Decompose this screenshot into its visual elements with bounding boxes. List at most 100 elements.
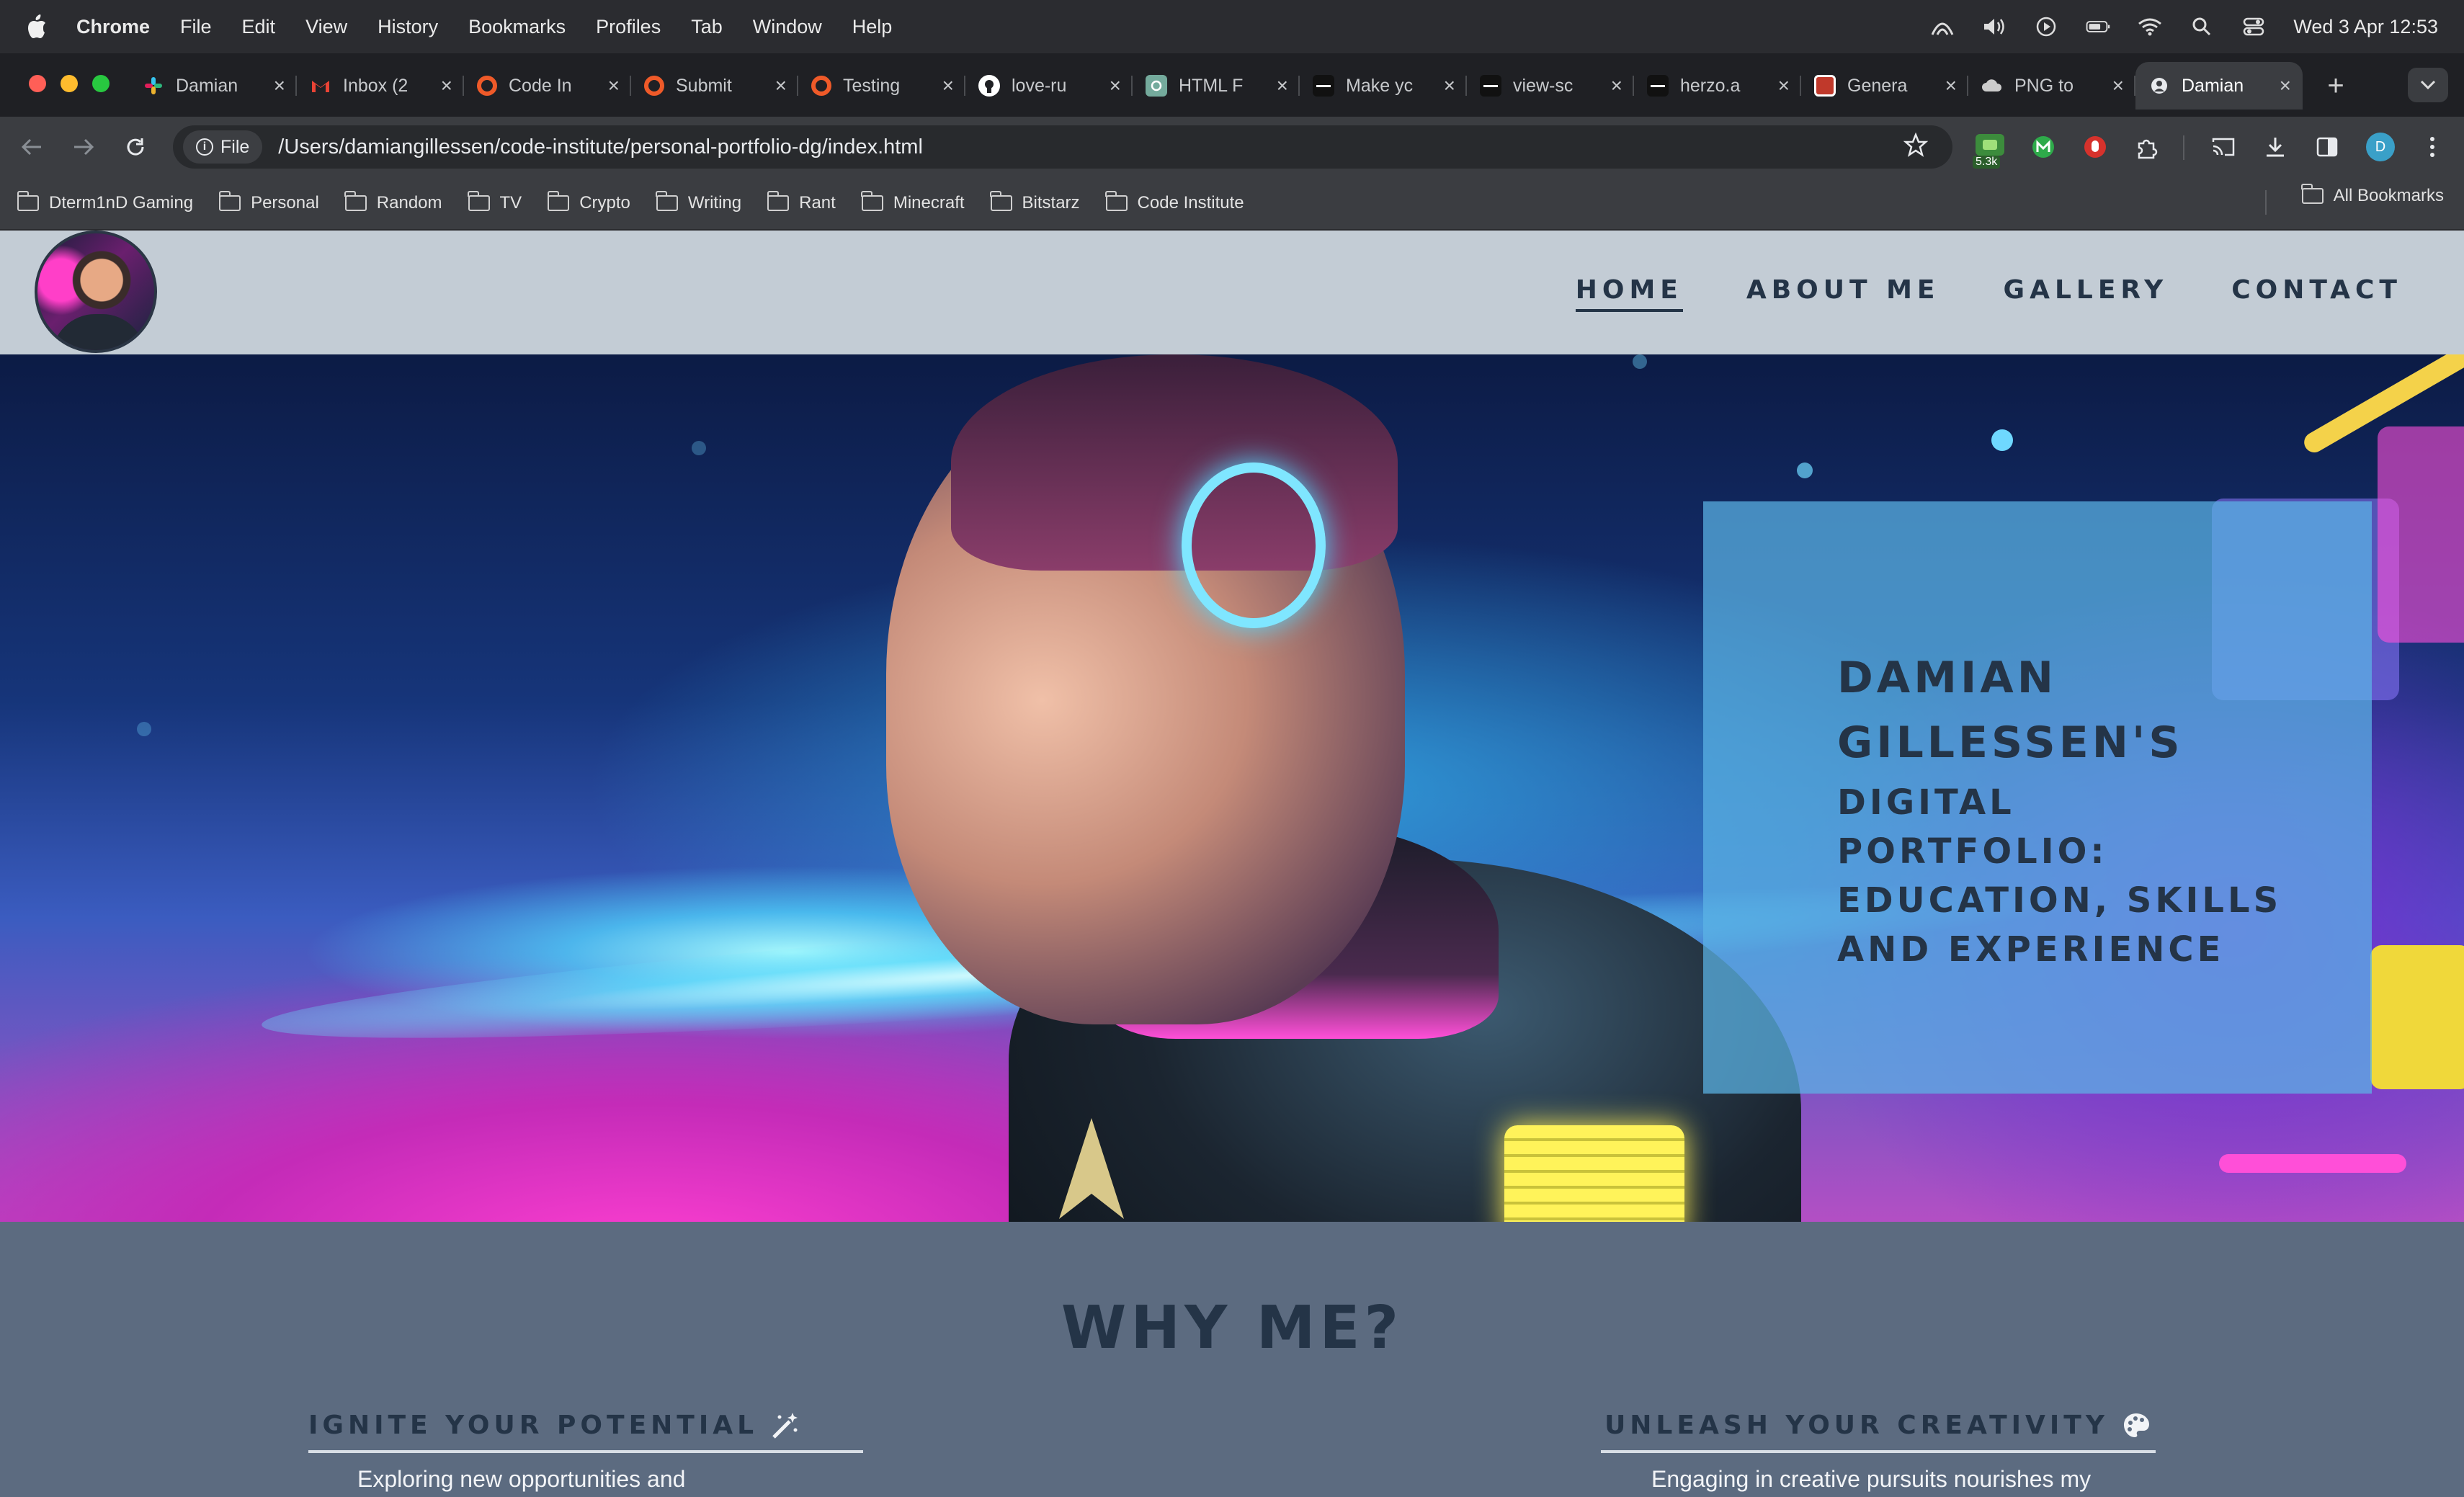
close-tab-icon[interactable]: × bbox=[1778, 74, 1790, 97]
neon-panel bbox=[2370, 945, 2464, 1089]
profile-avatar-logo[interactable] bbox=[35, 231, 157, 353]
tab-inbox[interactable]: Inbox (2 × bbox=[297, 64, 464, 107]
spotlight-search-icon[interactable] bbox=[2190, 16, 2214, 37]
profile-avatar[interactable]: D bbox=[2366, 133, 2395, 161]
close-tab-icon[interactable]: × bbox=[274, 74, 285, 97]
folder-icon bbox=[547, 191, 570, 211]
folder-icon bbox=[861, 191, 883, 211]
control-center-icon[interactable] bbox=[2241, 16, 2266, 37]
codeinstitute-icon bbox=[811, 76, 831, 96]
tab-submit[interactable]: Submit × bbox=[631, 64, 798, 107]
close-tab-icon[interactable]: × bbox=[1277, 74, 1288, 97]
bookmark-folder[interactable]: Rant bbox=[767, 191, 836, 213]
close-tab-icon[interactable]: × bbox=[1444, 74, 1455, 97]
back-arrow-icon[interactable] bbox=[17, 133, 46, 161]
why-me-section: WHY ME? IGNITE YOUR POTENTIAL Exploring … bbox=[0, 1222, 2464, 1497]
close-tab-icon[interactable]: × bbox=[608, 74, 620, 97]
feature-title: UNLEASH YOUR CREATIVITY bbox=[1601, 1411, 2156, 1453]
bookmark-folder[interactable]: Minecraft bbox=[861, 191, 965, 213]
all-bookmarks-button[interactable]: All Bookmarks bbox=[2301, 184, 2444, 206]
url-text[interactable]: /Users/damiangillessen/code-institute/pe… bbox=[278, 135, 923, 159]
macos-menubar: Chrome File Edit View History Bookmarks … bbox=[0, 0, 2464, 53]
bookmark-folder[interactable]: Code Institute bbox=[1105, 191, 1244, 213]
nav-contact[interactable]: CONTACT bbox=[2231, 275, 2402, 312]
menu-history[interactable]: History bbox=[378, 16, 438, 38]
apple-menu-icon[interactable] bbox=[26, 14, 48, 40]
folder-icon bbox=[656, 191, 678, 211]
bookmark-folder[interactable]: Dterm1nD Gaming bbox=[17, 191, 193, 213]
menu-app-name[interactable]: Chrome bbox=[76, 16, 150, 38]
github-icon bbox=[978, 75, 1000, 97]
menu-file[interactable]: File bbox=[180, 16, 212, 38]
address-bar[interactable]: i File /Users/damiangillessen/code-insti… bbox=[173, 125, 1952, 169]
side-panel-icon[interactable] bbox=[2310, 130, 2344, 164]
close-tab-icon[interactable]: × bbox=[2112, 74, 2124, 97]
window-controls bbox=[29, 75, 110, 92]
hero-title-line1: DAMIAN bbox=[1837, 653, 2057, 703]
menubar-clock[interactable]: Wed 3 Apr 12:53 bbox=[2293, 16, 2438, 38]
zoom-window-button[interactable] bbox=[92, 75, 110, 92]
extension-lock-icon[interactable]: 5.3k bbox=[1973, 130, 2007, 169]
close-tab-icon[interactable]: × bbox=[2280, 74, 2291, 97]
wifi-icon[interactable] bbox=[2138, 16, 2162, 37]
neon-panel bbox=[2378, 426, 2464, 643]
menu-profiles[interactable]: Profiles bbox=[596, 16, 661, 38]
site-info-chip[interactable]: i File bbox=[183, 130, 263, 164]
menu-tab[interactable]: Tab bbox=[691, 16, 723, 38]
bokeh-dot bbox=[1797, 462, 1813, 478]
tab-github[interactable]: love-ru × bbox=[965, 64, 1133, 107]
bookmark-folder[interactable]: Random bbox=[344, 191, 442, 213]
tab-generator[interactable]: Genera × bbox=[1801, 64, 1968, 107]
extension-m-icon[interactable] bbox=[2026, 130, 2061, 164]
bookmark-folder[interactable]: TV bbox=[468, 191, 522, 213]
tab-title: Damian bbox=[176, 75, 238, 96]
close-tab-icon[interactable]: × bbox=[441, 74, 452, 97]
menu-help[interactable]: Help bbox=[852, 16, 893, 38]
tab-search-chevron-icon[interactable] bbox=[2408, 68, 2448, 102]
close-tab-icon[interactable]: × bbox=[1110, 74, 1121, 97]
play-icon[interactable] bbox=[2034, 16, 2058, 37]
bookmark-star-icon[interactable] bbox=[1903, 132, 1929, 164]
tab-testing[interactable]: Testing × bbox=[798, 64, 965, 107]
kebab-menu-icon[interactable] bbox=[2415, 130, 2450, 164]
close-tab-icon[interactable]: × bbox=[1945, 74, 1957, 97]
menu-edit[interactable]: Edit bbox=[242, 16, 276, 38]
menu-view[interactable]: View bbox=[305, 16, 347, 38]
menu-window[interactable]: Window bbox=[753, 16, 822, 38]
hero-title-line2: GILLESSEN'S bbox=[1837, 718, 2184, 768]
extensions-puzzle-icon[interactable] bbox=[2130, 130, 2164, 164]
close-tab-icon[interactable]: × bbox=[942, 74, 954, 97]
bookmark-label: Bitstarz bbox=[1022, 193, 1080, 213]
nav-about-me[interactable]: ABOUT ME bbox=[1746, 275, 1940, 312]
extension-hand-icon[interactable] bbox=[2078, 130, 2112, 164]
forward-arrow-icon[interactable] bbox=[69, 133, 98, 161]
close-window-button[interactable] bbox=[29, 75, 46, 92]
battery-icon[interactable] bbox=[2086, 16, 2110, 37]
tab-damian-portfolio-active[interactable]: Damian × bbox=[2135, 62, 2303, 110]
bookmark-folder[interactable]: Personal bbox=[218, 191, 319, 213]
minimize-window-button[interactable] bbox=[61, 75, 78, 92]
nav-gallery[interactable]: GALLERY bbox=[2004, 275, 2169, 312]
tab-make[interactable]: Make yc × bbox=[1300, 64, 1467, 107]
tab-herzo[interactable]: herzo.a × bbox=[1634, 64, 1801, 107]
close-tab-icon[interactable]: × bbox=[775, 74, 787, 97]
arc-icon[interactable] bbox=[1930, 16, 1955, 37]
folder-icon bbox=[17, 191, 39, 211]
tab-damian-slack[interactable]: Damian × bbox=[130, 64, 297, 107]
bookmark-folder[interactable]: Bitstarz bbox=[990, 191, 1080, 213]
bookmark-folder[interactable]: Crypto bbox=[547, 191, 630, 213]
tab-view-source[interactable]: view-sc × bbox=[1467, 64, 1634, 107]
cast-icon[interactable] bbox=[2206, 130, 2241, 164]
menu-bookmarks[interactable]: Bookmarks bbox=[468, 16, 566, 38]
tab-chatgpt[interactable]: HTML F × bbox=[1133, 64, 1300, 107]
download-icon[interactable] bbox=[2258, 130, 2293, 164]
close-tab-icon[interactable]: × bbox=[1611, 74, 1622, 97]
volume-icon[interactable] bbox=[1982, 16, 2007, 37]
folder-icon bbox=[767, 191, 790, 211]
tab-png-to[interactable]: PNG to × bbox=[1968, 64, 2135, 107]
bookmark-folder[interactable]: Writing bbox=[656, 191, 741, 213]
nav-home[interactable]: HOME bbox=[1575, 275, 1683, 312]
tab-code-institute[interactable]: Code In × bbox=[464, 64, 631, 107]
reload-icon[interactable] bbox=[121, 133, 150, 161]
new-tab-button[interactable]: + bbox=[2320, 70, 2352, 102]
